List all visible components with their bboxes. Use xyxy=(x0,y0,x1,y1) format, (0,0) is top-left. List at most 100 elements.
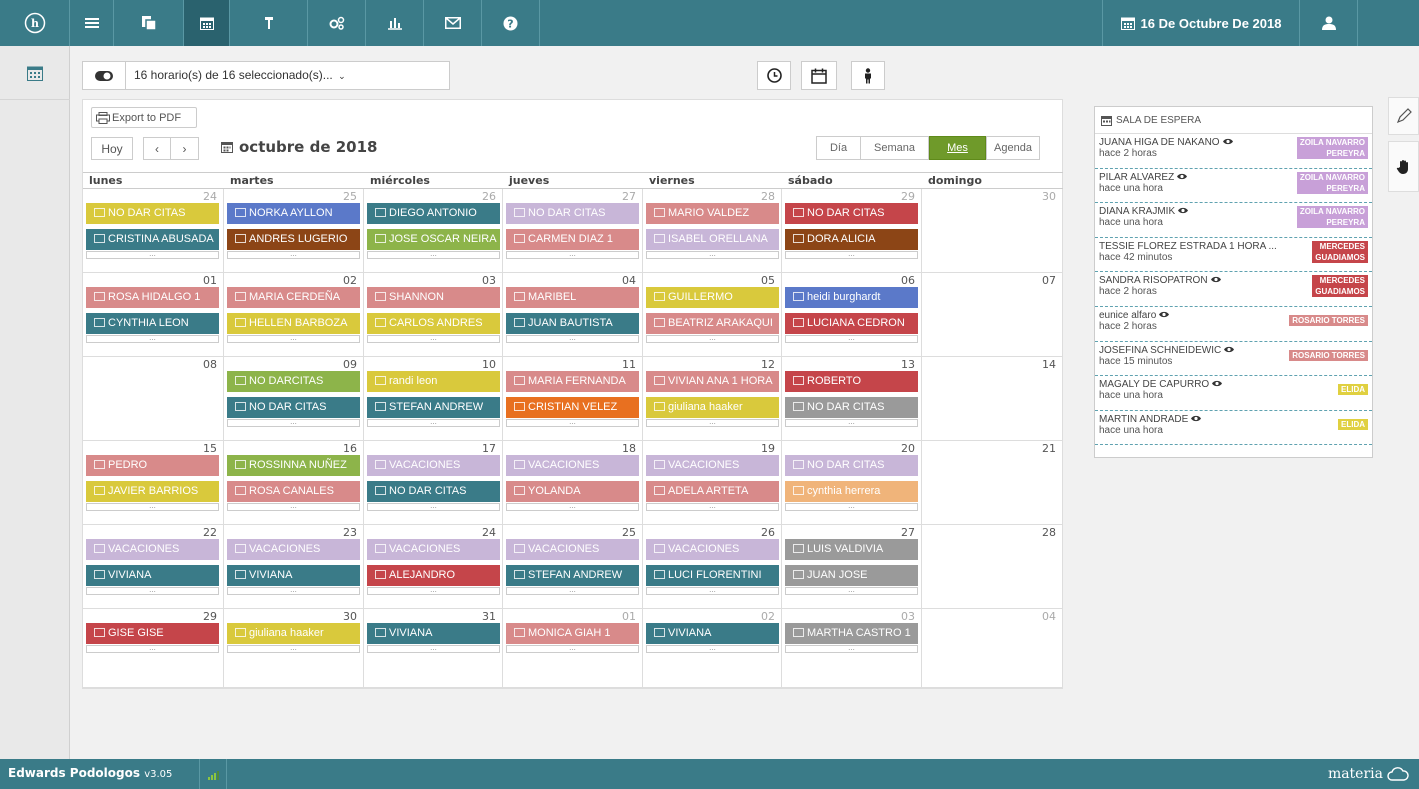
eye-icon[interactable] xyxy=(1191,414,1202,425)
copy-icon[interactable] xyxy=(114,0,184,46)
day-number[interactable]: 14 xyxy=(1042,358,1056,371)
calendar-event[interactable]: MARIA CERDEÑA xyxy=(227,287,360,308)
more-events-link[interactable]: ... xyxy=(785,587,918,595)
eye-icon[interactable] xyxy=(1210,275,1221,286)
day-number[interactable]: 28 xyxy=(1042,526,1056,539)
day-cell[interactable]: 26 DIEGO ANTONIO JOSE OSCAR NEIRA... xyxy=(364,189,503,273)
waiting-patient-item[interactable]: MARTIN ANDRADE hace una hora ELIDA xyxy=(1095,411,1372,446)
calendar-event[interactable]: NO DAR CITAS xyxy=(86,203,219,224)
day-cell[interactable]: 20 NO DAR CITAS cynthia herrera... xyxy=(782,441,922,525)
more-events-link[interactable]: ... xyxy=(227,503,360,511)
calendar-event[interactable]: VACACIONES xyxy=(86,539,219,560)
more-events-link[interactable]: ... xyxy=(227,419,360,427)
day-number[interactable]: 21 xyxy=(1042,442,1056,455)
calendar-event[interactable]: CRISTIAN VELEZ xyxy=(506,397,639,418)
calendar-event[interactable]: LUCIANA CEDRON xyxy=(785,313,918,334)
more-events-link[interactable]: ... xyxy=(367,645,500,653)
more-events-link[interactable]: ... xyxy=(785,645,918,653)
calendar-event[interactable]: CRISTINA ABUSADA xyxy=(86,229,219,250)
day-cell[interactable]: 24 VACACIONES ALEJANDRO... xyxy=(364,525,503,609)
more-events-link[interactable]: ... xyxy=(506,503,639,511)
eye-icon[interactable] xyxy=(1178,206,1189,217)
current-date-button[interactable]: 16 De Octubre De 2018 xyxy=(1102,0,1300,46)
day-cell[interactable]: 29 NO DAR CITAS DORA ALICIA... xyxy=(782,189,922,273)
day-cell[interactable]: 01 MONICA GIAH 1... xyxy=(503,609,643,688)
day-number[interactable]: 29 xyxy=(203,610,217,623)
waiting-patient-item[interactable]: eunice alfaro hace 2 horas ROSARIO TORRES xyxy=(1095,307,1372,342)
calendar-event[interactable]: giuliana haaker xyxy=(227,623,360,644)
day-number[interactable]: 24 xyxy=(482,526,496,539)
calendar-event[interactable]: CYNTHIA LEON xyxy=(86,313,219,334)
day-cell[interactable]: 22 VACACIONES VIVIANA... xyxy=(83,525,224,609)
day-cell[interactable]: 18 VACACIONES YOLANDA... xyxy=(503,441,643,525)
day-number[interactable]: 27 xyxy=(622,190,636,203)
more-events-link[interactable]: ... xyxy=(227,587,360,595)
calendar-event[interactable]: GUILLERMO xyxy=(646,287,779,308)
calendar-event[interactable]: cynthia herrera xyxy=(785,481,918,502)
day-cell[interactable]: 30 xyxy=(922,189,1063,273)
calendar-event[interactable]: NO DAR CITAS xyxy=(506,203,639,224)
day-number[interactable]: 22 xyxy=(203,526,217,539)
day-cell[interactable]: 24 NO DAR CITAS CRISTINA ABUSADA... xyxy=(83,189,224,273)
calendar-event[interactable]: DIEGO ANTONIO xyxy=(367,203,500,224)
calendar-event[interactable]: MARIA FERNANDA xyxy=(506,371,639,392)
calendar-event[interactable]: MARIO VALDEZ xyxy=(646,203,779,224)
day-cell[interactable]: 25 VACACIONES STEFAN ANDREW... xyxy=(503,525,643,609)
calendar-event[interactable]: randi leon xyxy=(367,371,500,392)
logo-h-icon[interactable]: h xyxy=(0,0,70,46)
more-events-link[interactable]: ... xyxy=(506,251,639,259)
day-number[interactable]: 31 xyxy=(482,610,496,623)
day-cell[interactable]: 31 VIVIANA... xyxy=(364,609,503,688)
hand-tab-button[interactable] xyxy=(1388,141,1419,192)
more-events-link[interactable]: ... xyxy=(367,503,500,511)
day-cell[interactable]: 04 MARIBEL JUAN BAUTISTA... xyxy=(503,273,643,357)
day-number[interactable]: 03 xyxy=(901,610,915,623)
calendar-event[interactable]: NO DARCITAS xyxy=(227,371,360,392)
more-events-link[interactable]: ... xyxy=(646,335,779,343)
calendar-event[interactable]: JOSE OSCAR NEIRA xyxy=(367,229,500,250)
calendar-event[interactable]: SHANNON xyxy=(367,287,500,308)
day-cell[interactable]: 07 xyxy=(922,273,1063,357)
day-number[interactable]: 18 xyxy=(622,442,636,455)
day-number[interactable]: 17 xyxy=(482,442,496,455)
day-cell[interactable]: 28 MARIO VALDEZ ISABEL ORELLANA... xyxy=(643,189,782,273)
today-button[interactable]: Hoy xyxy=(91,137,133,160)
more-events-link[interactable]: ... xyxy=(646,645,779,653)
waiting-patient-item[interactable]: JUANA HIGA DE NAKANO hace 2 horas ZOILA NA… xyxy=(1095,134,1372,169)
calendar-event[interactable]: heidi burghardt xyxy=(785,287,918,308)
more-events-link[interactable]: ... xyxy=(506,335,639,343)
day-number[interactable]: 10 xyxy=(482,358,496,371)
calendar-event[interactable]: NO DAR CITAS xyxy=(785,397,918,418)
calendar-event[interactable]: MARIBEL xyxy=(506,287,639,308)
more-events-link[interactable]: ... xyxy=(227,645,360,653)
toggle-switch[interactable] xyxy=(82,61,126,90)
day-cell[interactable]: 02 VIVIANA... xyxy=(643,609,782,688)
calendar-event[interactable]: BEATRIZ ARAKAQUI xyxy=(646,313,779,334)
day-cell[interactable]: 06 heidi burghardt LUCIANA CEDRON... xyxy=(782,273,922,357)
view-mes-button[interactable]: Mes xyxy=(929,136,986,160)
prev-button[interactable]: ‹ xyxy=(143,137,171,160)
day-number[interactable]: 11 xyxy=(622,358,636,371)
calendar-event[interactable]: ADELA ARTETA xyxy=(646,481,779,502)
day-number[interactable]: 29 xyxy=(901,190,915,203)
day-number[interactable]: 25 xyxy=(622,526,636,539)
calendar-event[interactable]: ROBERTO xyxy=(785,371,918,392)
settings-icon[interactable] xyxy=(308,0,366,46)
person-button[interactable] xyxy=(851,61,885,90)
calendar-view-button[interactable] xyxy=(801,61,837,90)
clock-button[interactable] xyxy=(757,61,791,90)
day-cell[interactable]: 01 ROSA HIDALGO 1 CYNTHIA LEON... xyxy=(83,273,224,357)
calendar-event[interactable]: ANDRES LUGERIO xyxy=(227,229,360,250)
calendar-event[interactable]: JAVIER BARRIOS xyxy=(86,481,219,502)
day-cell[interactable]: 11 MARIA FERNANDA CRISTIAN VELEZ... xyxy=(503,357,643,441)
calendar-event[interactable]: VACACIONES xyxy=(227,539,360,560)
waiting-patient-item[interactable]: DIANA KRAJMIK hace una hora ZOILA NAVARRO P… xyxy=(1095,203,1372,238)
day-cell[interactable]: 27 LUIS VALDIVIA JUAN JOSE... xyxy=(782,525,922,609)
calendar-event[interactable]: ISABEL ORELLANA xyxy=(646,229,779,250)
waiting-patient-item[interactable]: SANDRA RISOPATRON hace 2 horas MERCEDES GUA… xyxy=(1095,272,1372,307)
day-cell[interactable]: 03 MARTHA CASTRO 1... xyxy=(782,609,922,688)
day-cell[interactable]: 10 randi leon STEFAN ANDREW... xyxy=(364,357,503,441)
waiting-patient-item[interactable]: JOSEFINA SCHNEIDEWIC hace 15 minutos ROSAR… xyxy=(1095,342,1372,377)
calendar-event[interactable]: CARMEN DIAZ 1 xyxy=(506,229,639,250)
day-number[interactable]: 05 xyxy=(761,274,775,287)
